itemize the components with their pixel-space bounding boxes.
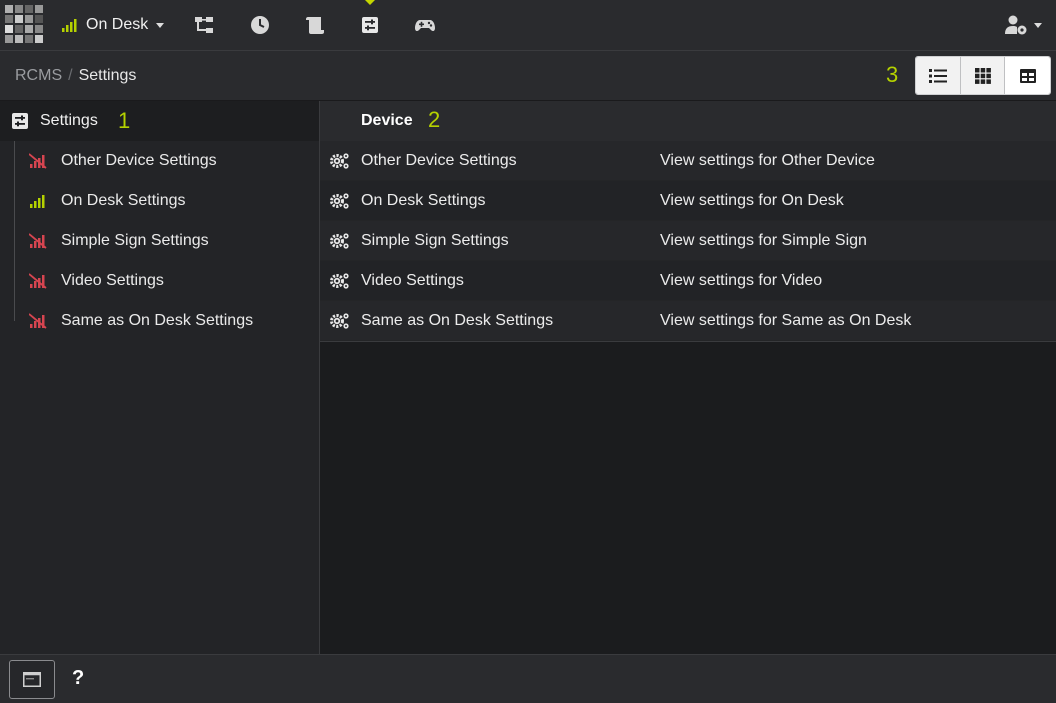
top-navbar: On Desk <box>0 0 1056 51</box>
breadcrumb-current: Settings <box>78 67 137 84</box>
grid-view-icon <box>974 67 991 84</box>
sidebar-item-label: Same as On Desk Settings <box>61 312 254 329</box>
sidebar-item-label: Video Settings <box>61 272 164 289</box>
sidebar-item-simple-sign[interactable]: Simple Sign Settings <box>15 221 319 261</box>
gears-icon <box>330 233 349 249</box>
row-description: View settings for Video <box>660 271 823 289</box>
console-window-icon <box>23 672 41 687</box>
table-row[interactable]: Same as On Desk Settings View settings f… <box>320 301 1056 341</box>
table-view-icon <box>1019 68 1036 83</box>
no-signal-icon <box>29 273 47 289</box>
column-header-device[interactable]: Device <box>361 112 413 130</box>
row-name: Video Settings <box>361 271 464 289</box>
chevron-down-icon <box>1034 22 1042 28</box>
settings-table: Device 2 Other Device Settings View sett… <box>320 101 1056 654</box>
table-view-button[interactable] <box>1005 57 1050 94</box>
breadcrumb: RCMS / Settings <box>15 67 136 85</box>
sitemap-icon[interactable] <box>193 14 215 36</box>
row-description: View settings for Same as On Desk <box>660 311 912 329</box>
console-toggle-button[interactable] <box>9 660 55 699</box>
grid-view-button[interactable] <box>960 57 1006 94</box>
gears-icon <box>330 273 349 289</box>
help-button[interactable]: ? <box>72 667 84 690</box>
signal-bars-icon <box>30 195 45 208</box>
row-description: View settings for On Desk <box>660 191 844 209</box>
sliders-icon[interactable] <box>359 14 381 36</box>
row-name: On Desk Settings <box>361 191 486 209</box>
table-row[interactable]: Simple Sign Settings View settings for S… <box>320 221 1056 261</box>
sidebar-item-video[interactable]: Video Settings <box>15 261 319 301</box>
sidebar-header[interactable]: Settings 1 <box>0 101 319 141</box>
row-name: Simple Sign Settings <box>361 231 509 249</box>
breadcrumb-root-link[interactable]: RCMS <box>15 67 62 85</box>
sidebar-item-label: Simple Sign Settings <box>61 232 209 249</box>
settings-sidebar: Settings 1 Other Device Settings On Desk… <box>0 101 320 654</box>
row-name: Other Device Settings <box>361 151 517 169</box>
table-header: Device 2 <box>320 101 1056 141</box>
list-view-button[interactable] <box>916 57 961 94</box>
no-signal-icon <box>29 233 47 249</box>
chevron-down-icon <box>156 22 165 28</box>
sidebar-item-label: Other Device Settings <box>61 152 217 169</box>
no-signal-icon <box>29 153 47 169</box>
user-gear-icon <box>1005 15 1027 35</box>
list-view-icon <box>928 68 947 83</box>
table-body: Other Device Settings View settings for … <box>320 141 1056 342</box>
table-row[interactable]: Video Settings View settings for Video <box>320 261 1056 301</box>
device-selector-dropdown[interactable]: On Desk <box>62 12 165 38</box>
annotation-marker-2: 2 <box>428 107 441 132</box>
breadcrumb-bar: RCMS / Settings 3 <box>0 51 1056 101</box>
sliders-icon <box>12 113 28 129</box>
sidebar-item-other-device[interactable]: Other Device Settings <box>15 141 319 181</box>
gears-icon <box>330 193 349 209</box>
sidebar-title: Settings <box>40 112 98 129</box>
sidebar-item-on-desk[interactable]: On Desk Settings <box>15 181 319 221</box>
row-description: View settings for Other Device <box>660 151 875 169</box>
gears-icon <box>330 153 349 169</box>
sidebar-item-same-as-on-desk[interactable]: Same as On Desk Settings <box>15 301 319 341</box>
breadcrumb-separator: / <box>68 67 73 84</box>
active-nav-indicator <box>365 0 375 5</box>
clock-icon[interactable] <box>249 14 271 36</box>
signal-bars-icon <box>62 19 77 32</box>
table-row[interactable]: On Desk Settings View settings for On De… <box>320 181 1056 221</box>
view-mode-toggle <box>915 56 1051 95</box>
annotation-marker-3: 3 <box>886 62 899 87</box>
sidebar-item-label: On Desk Settings <box>61 192 186 209</box>
no-signal-icon <box>29 313 47 329</box>
user-menu-dropdown[interactable] <box>1004 14 1042 36</box>
scroll-icon[interactable] <box>304 14 326 36</box>
bottom-toolbar: ? <box>0 654 1056 703</box>
app-grid-logo[interactable] <box>5 5 45 45</box>
device-selector-label: On Desk <box>86 16 149 33</box>
annotation-marker-1: 1 <box>118 108 131 133</box>
gamepad-icon[interactable] <box>414 14 436 36</box>
table-row[interactable]: Other Device Settings View settings for … <box>320 141 1056 181</box>
row-name: Same as On Desk Settings <box>361 311 554 329</box>
row-description: View settings for Simple Sign <box>660 231 867 249</box>
gears-icon <box>330 313 349 329</box>
settings-tree: Other Device Settings On Desk Settings S… <box>14 141 319 329</box>
